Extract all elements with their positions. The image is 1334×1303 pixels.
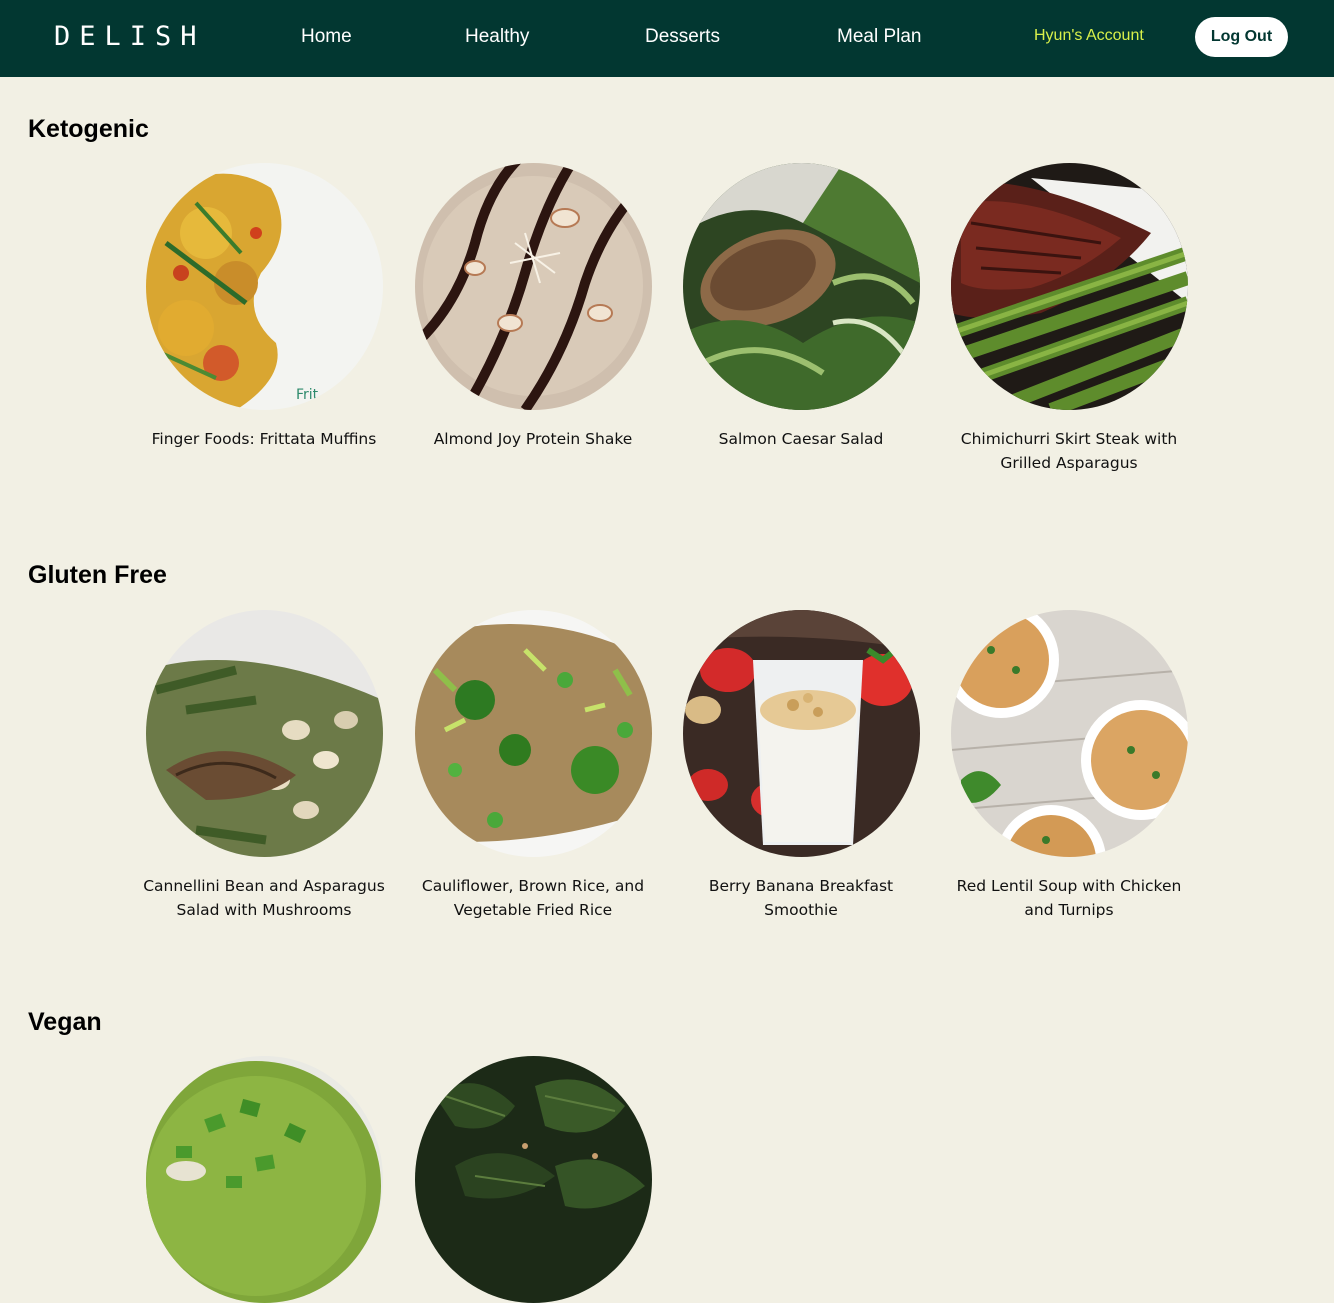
recipe-title[interactable]: Berry Banana Breakfast Smoothie: [667, 874, 935, 922]
recipe-card[interactable]: Chimichurri Skirt Steak with Grilled Asp…: [935, 163, 1203, 475]
recipe-title[interactable]: Finger Foods: Frittata Muffins: [130, 427, 398, 451]
nav-link-home[interactable]: Home: [301, 24, 352, 50]
logout-button[interactable]: Log Out: [1195, 17, 1288, 57]
recipe-image-red-lentil-soup[interactable]: [950, 610, 1188, 857]
recipe-image-frittata-muffins[interactable]: Frit: [145, 163, 383, 410]
recipe-card[interactable]: Cannellini Bean and Asparagus Salad with…: [130, 610, 398, 922]
site-logo[interactable]: DELISH: [54, 20, 206, 54]
section-title-ketogenic: Ketogenic: [28, 115, 149, 143]
top-navbar: DELISH Home Healthy Desserts Meal Plan H…: [0, 0, 1334, 77]
recipe-title[interactable]: Cannellini Bean and Asparagus Salad with…: [130, 874, 398, 922]
recipe-image-salmon-caesar-salad[interactable]: [682, 163, 920, 410]
recipe-image-skirt-steak-asparagus[interactable]: [950, 163, 1188, 410]
recipe-card[interactable]: Frit Finger Foods: Frittata Muffins: [130, 163, 398, 451]
recipe-title[interactable]: Red Lentil Soup with Chicken and Turnips: [935, 874, 1203, 922]
recipe-card[interactable]: Berry Banana Breakfast Smoothie: [667, 610, 935, 922]
recipe-image-sauteed-greens[interactable]: [414, 1056, 652, 1303]
recipe-title[interactable]: Chimichurri Skirt Steak with Grilled Asp…: [935, 427, 1203, 475]
section-title-gluten-free: Gluten Free: [28, 561, 167, 589]
recipe-card[interactable]: Red Lentil Soup with Chicken and Turnips: [935, 610, 1203, 922]
recipe-image-bean-asparagus-salad[interactable]: [145, 610, 383, 857]
nav-link-meal-plan[interactable]: Meal Plan: [837, 24, 922, 50]
nav-link-desserts[interactable]: Desserts: [645, 24, 720, 50]
recipe-image-berry-banana-smoothie[interactable]: [682, 610, 920, 857]
recipe-card[interactable]: Salmon Caesar Salad: [667, 163, 935, 451]
recipe-image-green-soup[interactable]: [145, 1056, 383, 1303]
recipe-image-almond-joy-shake[interactable]: [414, 163, 652, 410]
recipe-title[interactable]: Cauliflower, Brown Rice, and Vegetable F…: [399, 874, 667, 922]
recipe-card[interactable]: [130, 1056, 398, 1303]
recipe-title[interactable]: Almond Joy Protein Shake: [399, 427, 667, 451]
recipe-card[interactable]: Cauliflower, Brown Rice, and Vegetable F…: [399, 610, 667, 922]
nav-link-healthy[interactable]: Healthy: [465, 24, 529, 50]
recipe-card[interactable]: Almond Joy Protein Shake: [399, 163, 667, 451]
svg-text:Frit: Frit: [296, 387, 319, 403]
recipe-title[interactable]: Salmon Caesar Salad: [667, 427, 935, 451]
section-title-vegan: Vegan: [28, 1008, 102, 1036]
recipe-image-cauliflower-fried-rice[interactable]: [414, 610, 652, 857]
account-link[interactable]: Hyun's Account: [1034, 25, 1144, 47]
recipe-card[interactable]: [399, 1056, 667, 1303]
